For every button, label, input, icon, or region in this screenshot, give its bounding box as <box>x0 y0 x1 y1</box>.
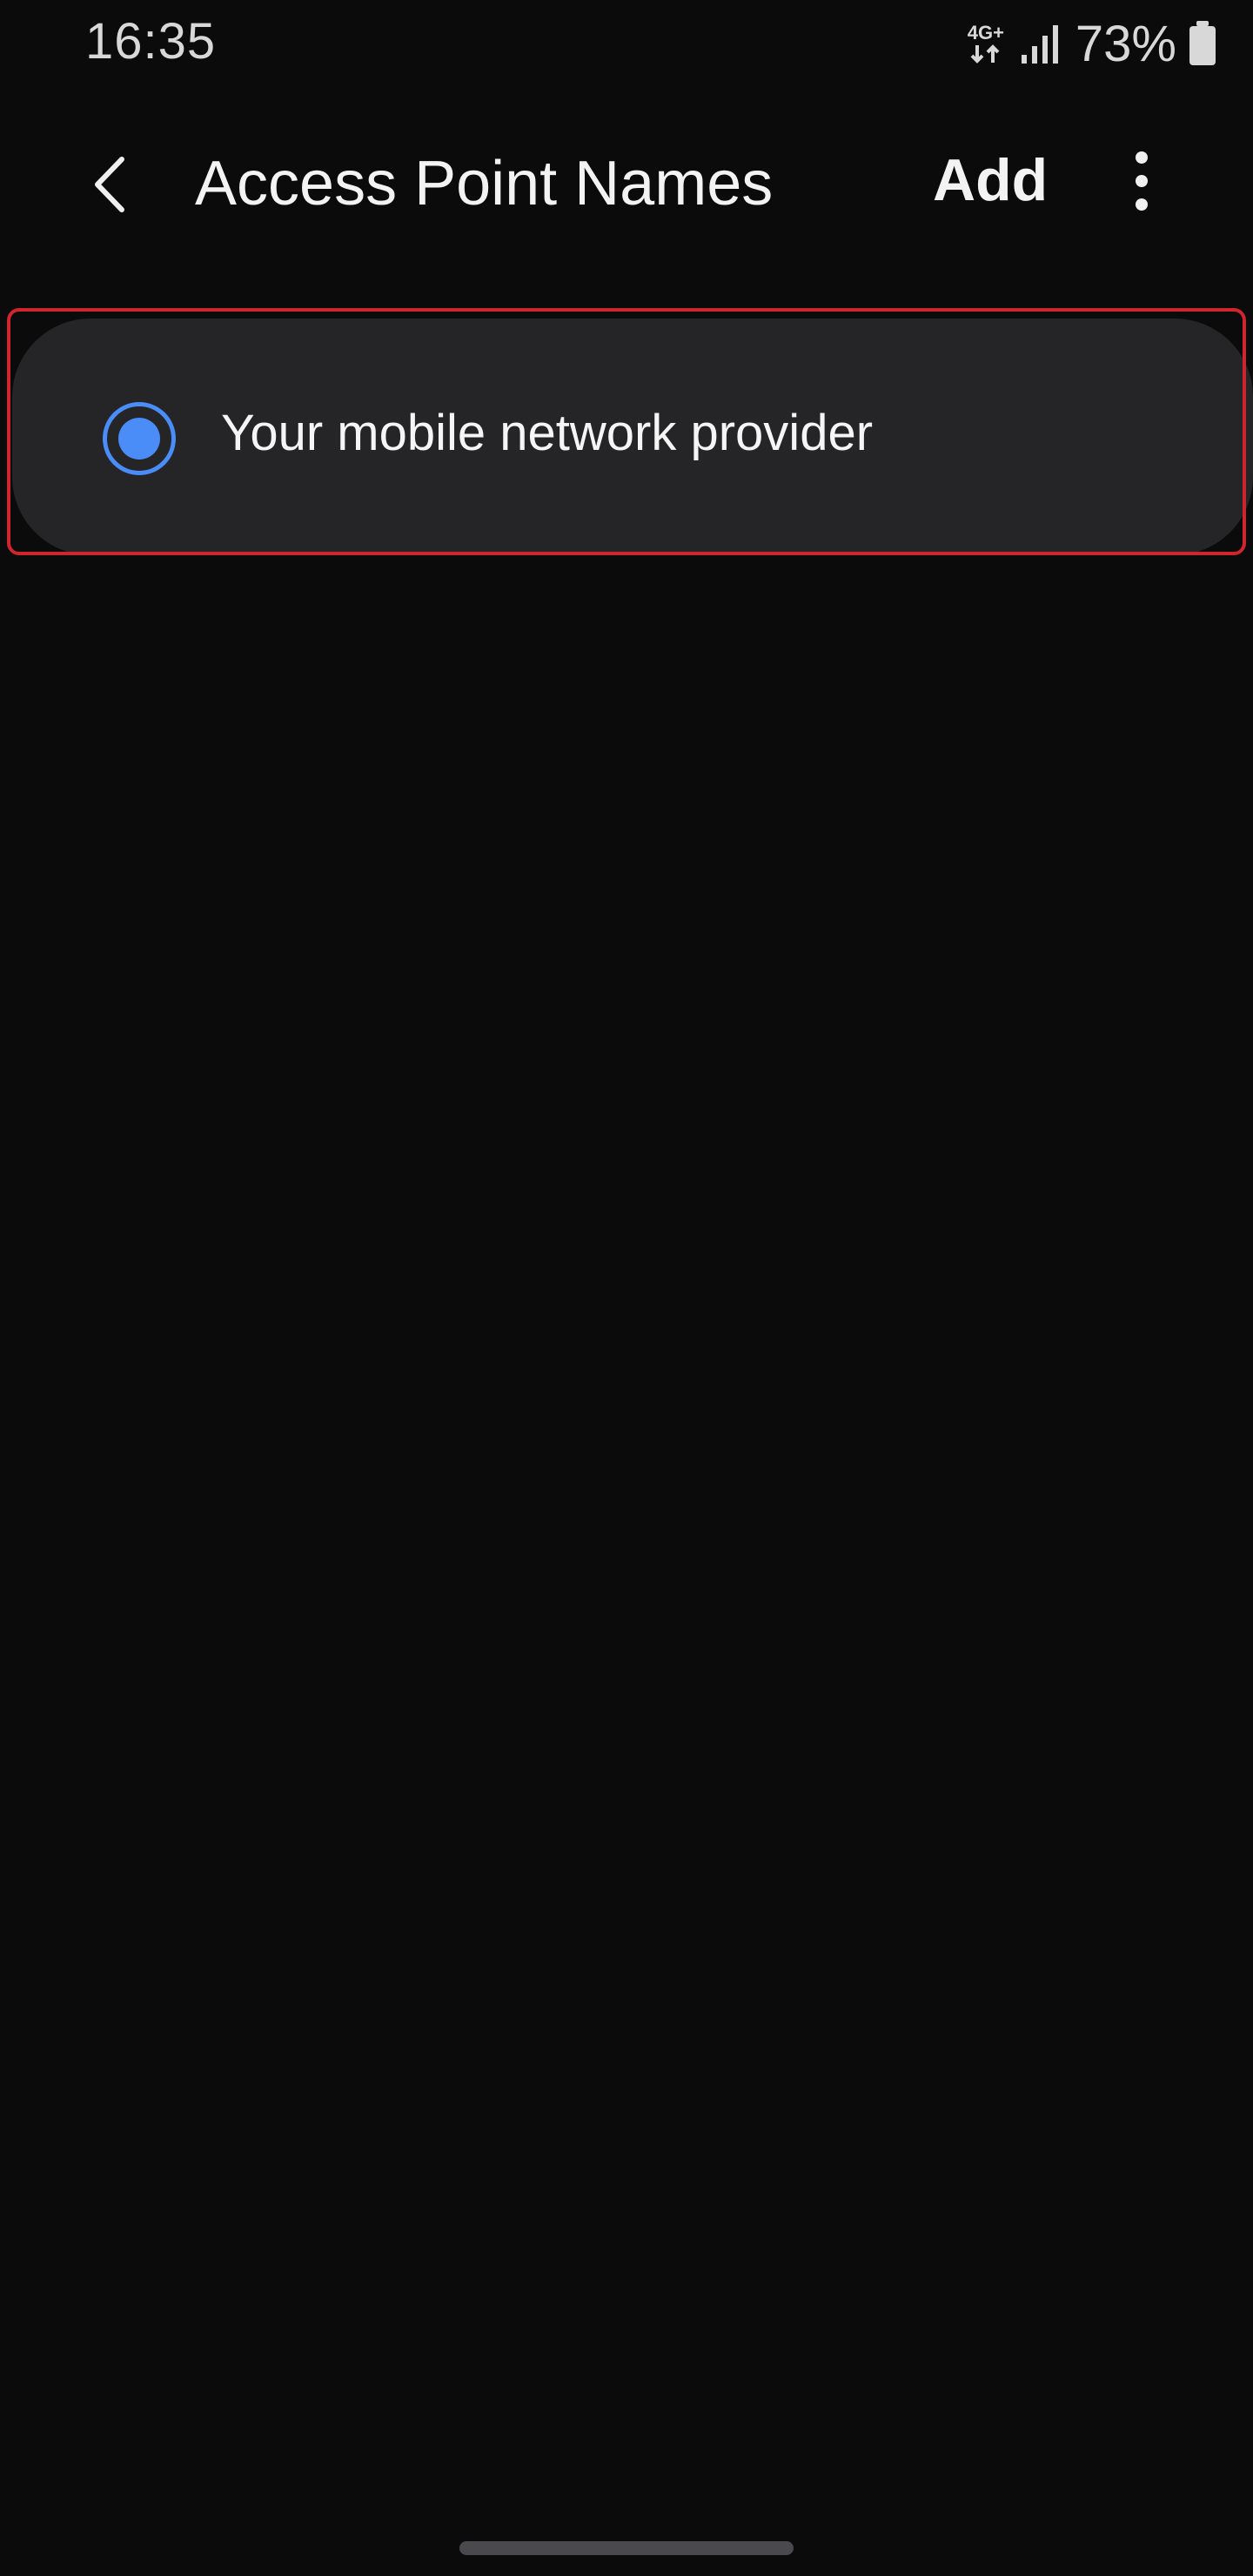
status-icons: 4G+ 73% <box>964 15 1216 72</box>
more-vertical-icon <box>1133 151 1150 216</box>
page-title: Access Point Names <box>195 149 774 218</box>
network-type-label: 4G+ <box>967 22 1004 44</box>
screen: 16:35 4G+ 73% Access Point Names Add You… <box>0 0 1253 2576</box>
more-options-button[interactable] <box>1122 148 1161 218</box>
data-arrows-icon <box>968 44 1003 64</box>
signal-icon <box>1020 22 1063 65</box>
selection-highlight-box <box>7 308 1246 555</box>
home-gesture-handle[interactable] <box>459 2541 794 2555</box>
status-time: 16:35 <box>85 13 217 70</box>
battery-percent: 73% <box>1075 15 1176 72</box>
app-bar: Access Point Names Add <box>0 122 1253 244</box>
chevron-left-icon <box>89 154 131 219</box>
back-button[interactable] <box>77 153 143 219</box>
battery-icon <box>1189 21 1216 66</box>
status-bar: 16:35 4G+ 73% <box>0 0 1253 87</box>
add-button[interactable]: Add <box>933 146 1048 214</box>
network-type-indicator: 4G+ <box>964 19 1008 68</box>
